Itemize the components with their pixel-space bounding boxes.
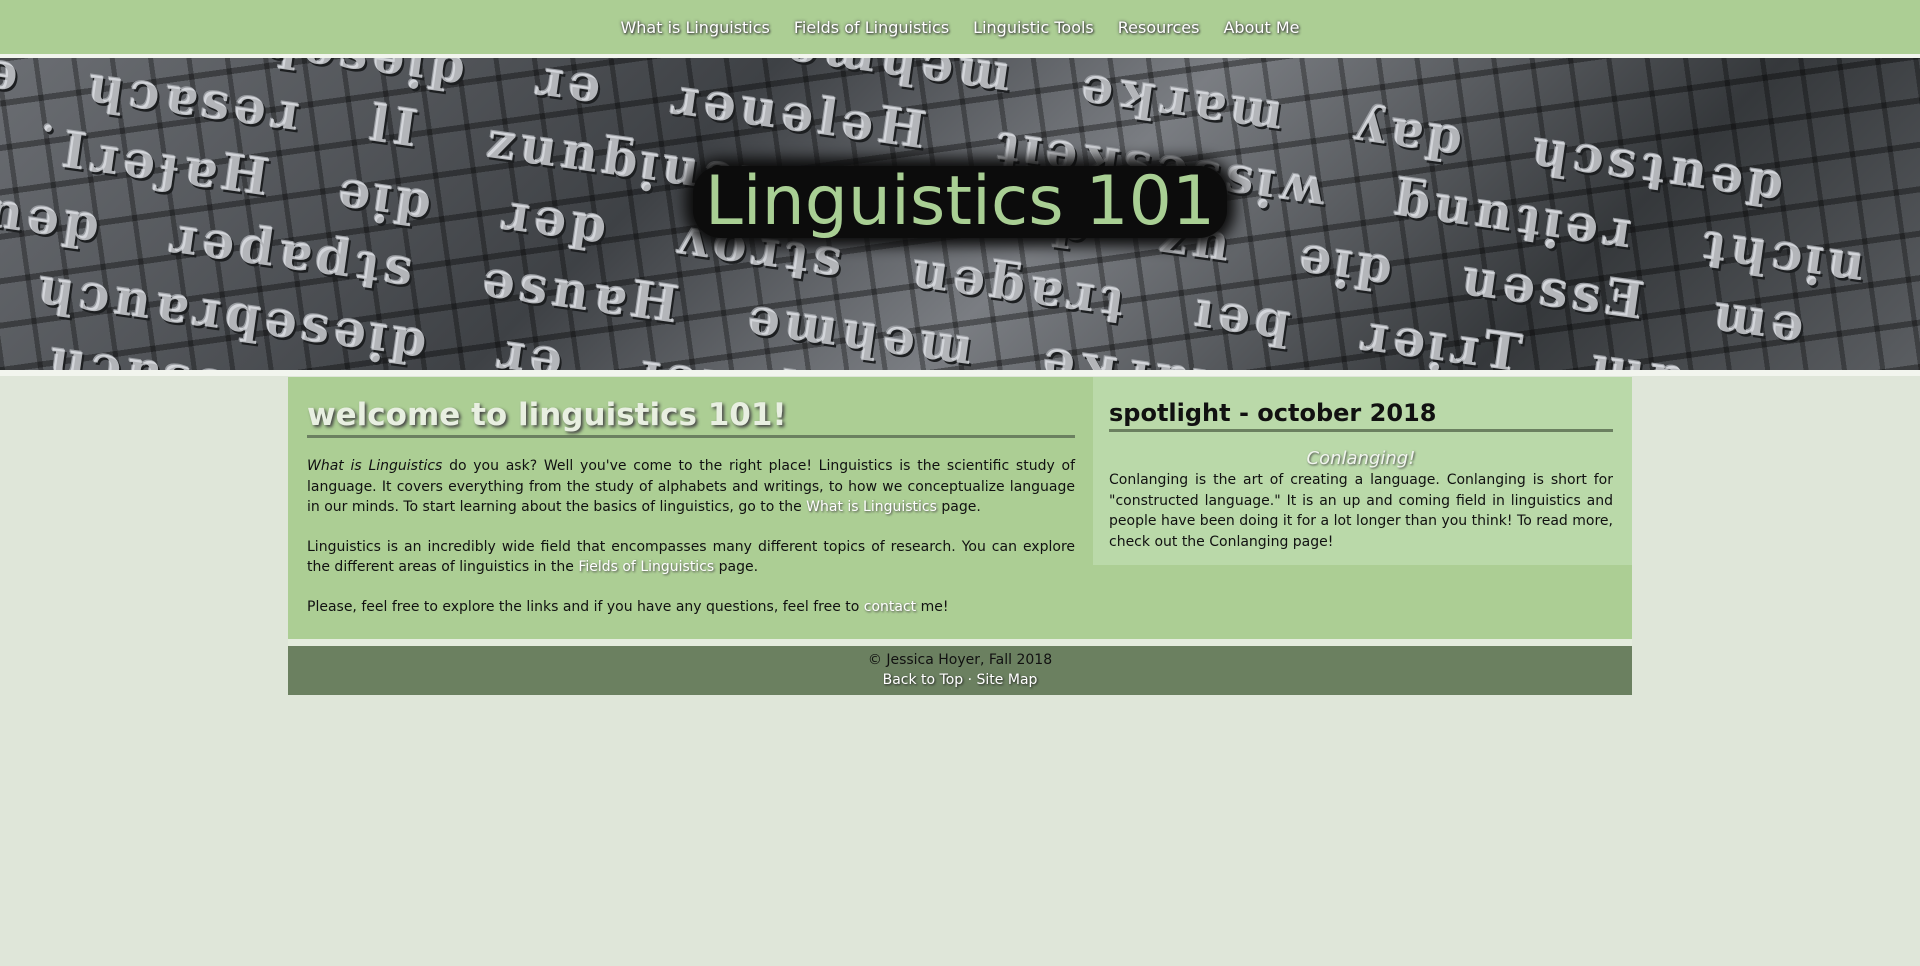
content-container: welcome to linguistics 101! What is Ling… (288, 377, 1632, 639)
welcome-heading: welcome to linguistics 101! (307, 397, 1075, 438)
hero-banner: ɥɔsʇnǝp ɹǝdɐdʇs ǝsnɐH ǝɯɥǝɯ ǝʞɹɐɯ ʎɐp ɥɔ… (0, 58, 1920, 370)
spotlight-text: Conlanging is the art of creating a lang… (1109, 472, 1613, 550)
what-is-linguistics-link[interactable]: What is Linguistics (806, 499, 937, 515)
copyright-text: © Jessica Hoyer, Fall 2018 (867, 652, 1053, 668)
intro-paragraph: What is Linguistics do you ask? Well you… (307, 456, 1075, 518)
contact-paragraph: Please, feel free to explore the links a… (307, 597, 1075, 618)
site-map-link[interactable]: Site Map (977, 672, 1038, 688)
nav-link-resources[interactable]: Resources (1118, 18, 1200, 37)
hero-divider (0, 370, 1920, 376)
intro-italic: What is Linguistics (307, 458, 443, 474)
fields-paragraph: Linguistics is an incredibly wide field … (307, 537, 1075, 578)
nav-link-fields-of-linguistics[interactable]: Fields of Linguistics (794, 18, 949, 37)
content-divider (288, 639, 1632, 646)
contact-text: Please, feel free to explore the links a… (307, 598, 864, 615)
nav-link-about-me[interactable]: About Me (1223, 18, 1299, 37)
nav-link-linguistic-tools[interactable]: Linguistic Tools (973, 18, 1094, 37)
page-footer: © Jessica Hoyer, Fall 2018 Back to Top ·… (288, 646, 1632, 695)
spotlight-subheading: Conlanging! (1306, 448, 1416, 469)
contact-link[interactable]: contact (864, 599, 916, 615)
site-title-wrapper: Linguistics 101 (0, 166, 1920, 238)
footer-separator: · (967, 672, 973, 688)
nav-link-what-is-linguistics[interactable]: What is Linguistics (620, 18, 769, 37)
footer-links: Back to Top · Site Map (288, 670, 1632, 690)
spotlight-panel: spotlight - october 2018 Conlanging! Con… (1093, 377, 1632, 565)
intro-text-end: page. (936, 499, 981, 515)
fields-of-linguistics-link[interactable]: Fields of Linguistics (578, 559, 714, 575)
welcome-section: welcome to linguistics 101! What is Ling… (288, 377, 1093, 639)
fields-text-end: page. (714, 559, 759, 575)
spotlight-heading: spotlight - october 2018 (1109, 397, 1613, 432)
site-title: Linguistics 101 (692, 166, 1228, 238)
contact-text-end: me! (916, 598, 949, 615)
back-to-top-link[interactable]: Back to Top (883, 672, 964, 688)
top-navigation: What is Linguistics Fields of Linguistic… (0, 0, 1920, 54)
